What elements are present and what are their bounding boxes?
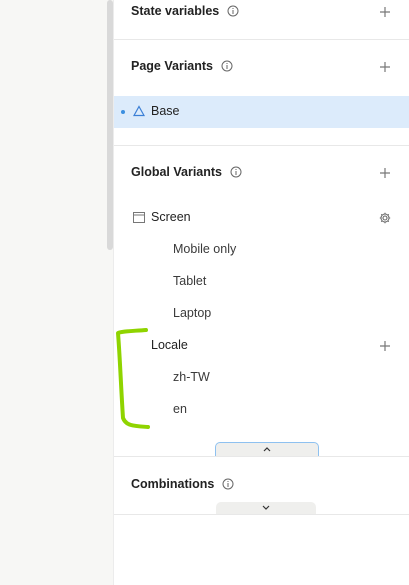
left-canvas-area bbox=[0, 0, 113, 585]
add-state-variable-button[interactable] bbox=[378, 5, 392, 19]
add-global-variant-button[interactable] bbox=[378, 166, 392, 180]
gear-icon[interactable] bbox=[379, 212, 391, 224]
section-divider bbox=[114, 514, 409, 515]
window-icon bbox=[133, 212, 145, 223]
chevron-up-icon bbox=[263, 447, 271, 452]
global-variants-title: Global Variants bbox=[131, 165, 223, 179]
add-locale-option-button[interactable] bbox=[378, 339, 392, 353]
variants-panel: State variables Page Variants Base Globa… bbox=[113, 0, 409, 585]
plus-icon bbox=[380, 341, 390, 351]
plus-icon bbox=[380, 7, 390, 17]
annotation-bracket bbox=[116, 328, 150, 429]
page-variants-header: Page Variants bbox=[131, 59, 233, 73]
base-variant-row[interactable]: Base bbox=[114, 96, 409, 128]
combinations-title: Combinations bbox=[131, 477, 215, 491]
page-variants-title: Page Variants bbox=[131, 59, 213, 73]
collapse-button[interactable] bbox=[215, 442, 319, 456]
info-icon[interactable] bbox=[222, 478, 234, 490]
expand-button[interactable] bbox=[216, 502, 316, 514]
locale-option-en[interactable]: en bbox=[173, 402, 187, 416]
section-divider bbox=[114, 145, 409, 146]
info-icon[interactable] bbox=[230, 166, 242, 178]
active-indicator-dot bbox=[121, 110, 125, 114]
screen-group-label[interactable]: Screen bbox=[151, 210, 191, 224]
global-variants-header: Global Variants bbox=[131, 165, 242, 179]
screen-option-laptop[interactable]: Laptop bbox=[173, 306, 211, 320]
state-variables-header: State variables bbox=[131, 4, 239, 18]
chevron-down-icon bbox=[262, 505, 270, 510]
plus-icon bbox=[380, 62, 390, 72]
locale-group-label[interactable]: Locale bbox=[151, 338, 188, 352]
section-divider bbox=[114, 39, 409, 40]
info-icon[interactable] bbox=[221, 60, 233, 72]
screen-option-tablet[interactable]: Tablet bbox=[173, 274, 206, 288]
locale-option-zh-tw[interactable]: zh-TW bbox=[173, 370, 210, 384]
section-divider bbox=[114, 456, 409, 457]
screen-option-mobile[interactable]: Mobile only bbox=[173, 242, 236, 256]
plus-icon bbox=[380, 168, 390, 178]
info-icon[interactable] bbox=[227, 5, 239, 17]
base-variant-label: Base bbox=[151, 104, 180, 118]
add-page-variant-button[interactable] bbox=[378, 60, 392, 74]
combinations-header: Combinations bbox=[131, 477, 234, 491]
triangle-icon bbox=[133, 105, 145, 117]
state-variables-title: State variables bbox=[131, 4, 220, 18]
